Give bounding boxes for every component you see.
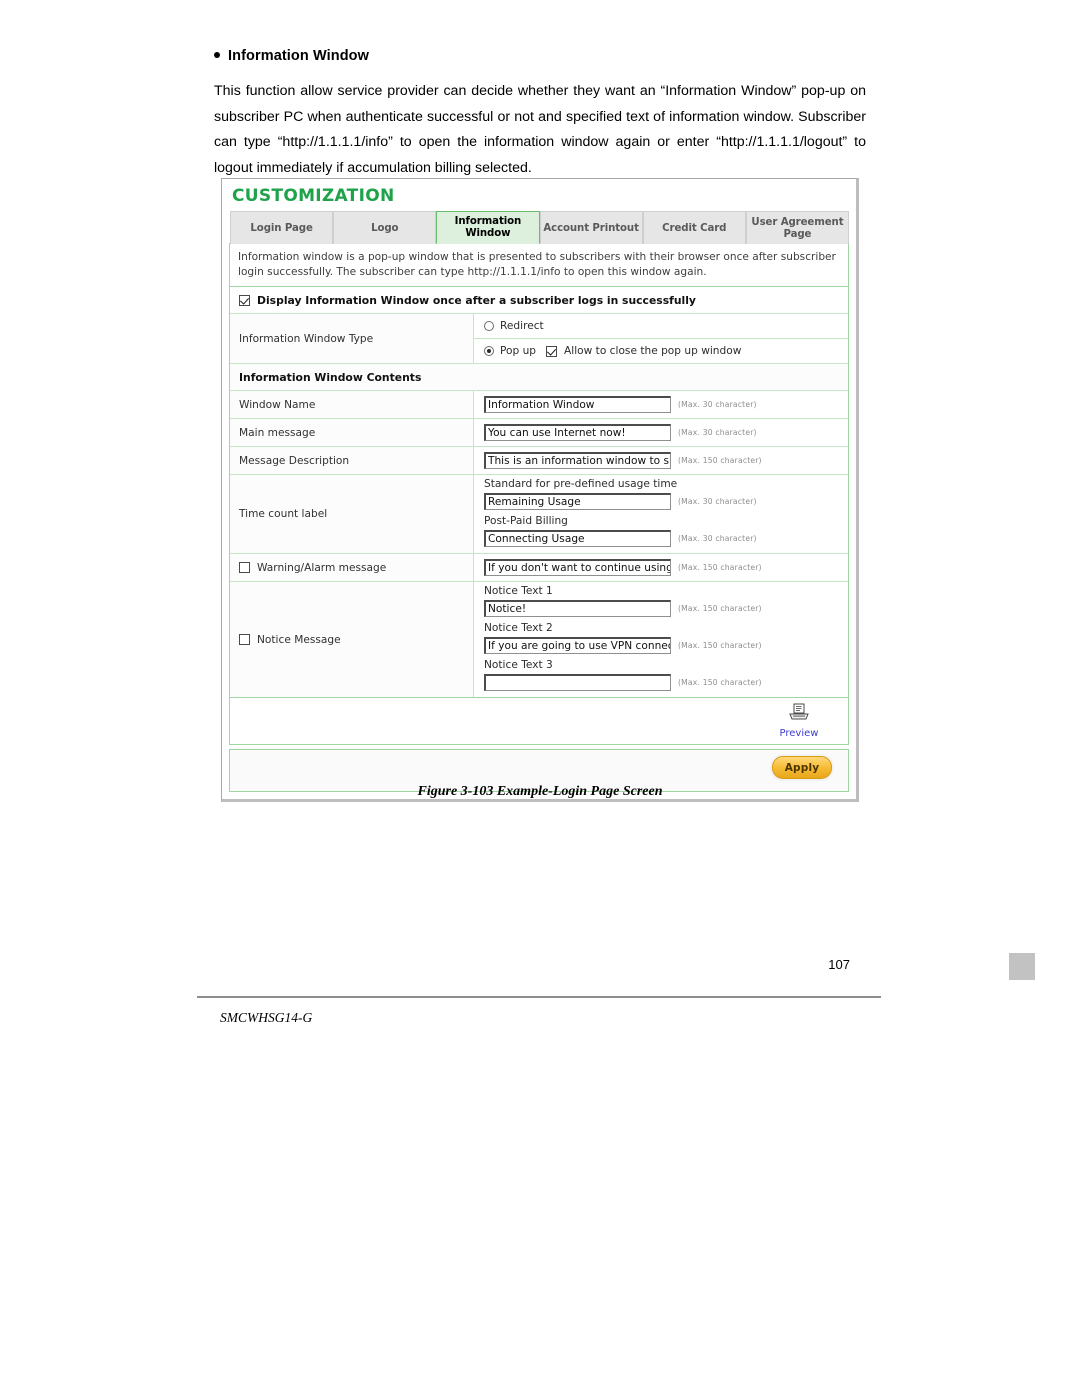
message-description-input[interactable]: This is an information window to sho (484, 452, 671, 469)
page-title: CUSTOMIZATION (232, 186, 395, 206)
connecting-usage-hint: (Max. 30 character) (678, 534, 757, 543)
tab-information-window[interactable]: Information Window (436, 211, 540, 244)
tab-bar: Login Page Logo Information Window Accou… (230, 211, 850, 244)
time-count-label: Time count label (230, 475, 474, 553)
warning-alarm-value-cell: If you don't want to continue using In (… (474, 554, 848, 581)
display-information-window-label: Display Information Window once after a … (257, 294, 696, 307)
footer-divider (197, 996, 881, 998)
option-redirect[interactable]: Redirect (474, 314, 848, 339)
display-information-window-checkbox[interactable] (239, 295, 250, 306)
window-name-row: Window Name Information Window (Max. 30 … (230, 391, 848, 419)
remaining-usage-input[interactable]: Remaining Usage (484, 493, 671, 510)
notice-text-3-sublabel: Notice Text 3 (484, 659, 553, 671)
popup-label: Pop up (500, 345, 537, 357)
page-number: 107 (828, 957, 850, 972)
warning-alarm-hint: (Max. 150 character) (678, 563, 762, 572)
footer-model-text: SMCWHSG14-G (220, 1010, 313, 1025)
notice-message-checkbox[interactable] (239, 634, 250, 645)
notice-message-row: Notice Message Notice Text 1 Notice! (Ma… (230, 582, 848, 697)
option-popup[interactable]: Pop up Allow to close the pop up window (474, 339, 848, 363)
tab-logo[interactable]: Logo (333, 211, 437, 244)
notice-text-1-input[interactable]: Notice! (484, 600, 671, 617)
notice-text-3-hint: (Max. 150 character) (678, 678, 762, 687)
display-information-window-row[interactable]: Display Information Window once after a … (230, 287, 848, 314)
main-message-row: Main message You can use Internet now! (… (230, 419, 848, 447)
window-name-label: Window Name (230, 391, 474, 418)
preview-button[interactable]: Preview (767, 703, 831, 739)
notice-text-1-sublabel: Notice Text 1 (484, 585, 553, 597)
main-message-value-cell: You can use Internet now! (Max. 30 chara… (474, 419, 848, 446)
time-count-label-row: Time count label Standard for pre-define… (230, 475, 848, 554)
notice-text-2-sublabel: Notice Text 2 (484, 622, 553, 634)
tab-credit-card[interactable]: Credit Card (642, 211, 746, 244)
main-message-input[interactable]: You can use Internet now! (484, 424, 671, 441)
notice-text-2-input[interactable]: If you are going to use VPN connect (484, 637, 671, 654)
figure-caption: Figure 3-103 Example-Login Page Screen (417, 784, 663, 799)
notice-text-1-hint: (Max. 150 character) (678, 604, 762, 613)
preview-row: Preview (229, 698, 849, 745)
information-window-type-label: Information Window Type (230, 314, 474, 363)
information-window-type-options: Redirect Pop up Allow to close the pop u… (474, 314, 848, 363)
notice-message-value-cell: Notice Text 1 Notice! (Max. 150 characte… (474, 582, 848, 697)
warning-alarm-checkbox[interactable] (239, 562, 250, 573)
apply-button[interactable]: Apply (772, 756, 832, 779)
warning-alarm-label-cell[interactable]: Warning/Alarm message (230, 554, 474, 581)
section-heading-text: Information Window (228, 48, 370, 64)
warning-alarm-label: Warning/Alarm message (257, 561, 387, 574)
redirect-radio[interactable] (484, 321, 494, 331)
redirect-label: Redirect (500, 320, 544, 332)
notice-text-3-input[interactable] (484, 674, 671, 691)
remaining-usage-hint: (Max. 30 character) (678, 497, 757, 506)
customization-screenshot: CUSTOMIZATION Login Page Logo Informatio… (221, 178, 859, 802)
time-count-value-cell: Standard for pre-defined usage time Rema… (474, 475, 848, 553)
connecting-usage-input[interactable]: Connecting Usage (484, 530, 671, 547)
warning-alarm-row: Warning/Alarm message If you don't want … (230, 554, 848, 582)
window-name-value-cell: Information Window (Max. 30 character) (474, 391, 848, 418)
message-description-row: Message Description This is an informati… (230, 447, 848, 475)
notice-text-2-hint: (Max. 150 character) (678, 641, 762, 650)
main-message-label: Main message (230, 419, 474, 446)
settings-table: Display Information Window once after a … (229, 287, 849, 698)
post-paid-billing-sublabel: Post-Paid Billing (484, 515, 568, 527)
main-message-hint: (Max. 30 character) (678, 428, 757, 437)
popup-radio[interactable] (484, 346, 494, 356)
allow-close-label: Allow to close the pop up window (564, 345, 742, 357)
message-description-hint: (Max. 150 character) (678, 456, 762, 465)
tab-user-agreement-page[interactable]: User Agreement Page (745, 211, 850, 244)
information-window-contents-banner: Information Window Contents (230, 364, 848, 391)
tab-login-page[interactable]: Login Page (230, 211, 334, 244)
document-body: Information Window This function allow s… (214, 48, 866, 181)
window-name-input[interactable]: Information Window (484, 396, 671, 413)
bullet-dot-icon (214, 52, 220, 58)
allow-close-checkbox[interactable] (546, 345, 558, 357)
preview-label: Preview (779, 728, 819, 739)
margin-gray-box (1009, 953, 1035, 980)
notice-message-label-cell[interactable]: Notice Message (230, 582, 474, 697)
message-description-value-cell: This is an information window to sho (Ma… (474, 447, 848, 474)
window-name-hint: (Max. 30 character) (678, 400, 757, 409)
tab-description: Information window is a pop-up window th… (229, 243, 849, 287)
section-heading: Information Window (214, 48, 866, 65)
notice-message-label: Notice Message (257, 633, 341, 646)
warning-alarm-input[interactable]: If you don't want to continue using In (484, 559, 671, 576)
standard-usage-sublabel: Standard for pre-defined usage time (484, 478, 678, 490)
information-window-type-row: Information Window Type Redirect Pop up … (230, 314, 848, 364)
tab-account-printout[interactable]: Account Printout (539, 211, 643, 244)
printer-icon (789, 703, 809, 720)
message-description-label: Message Description (230, 447, 474, 474)
body-paragraph: This function allow service provider can… (214, 83, 866, 176)
